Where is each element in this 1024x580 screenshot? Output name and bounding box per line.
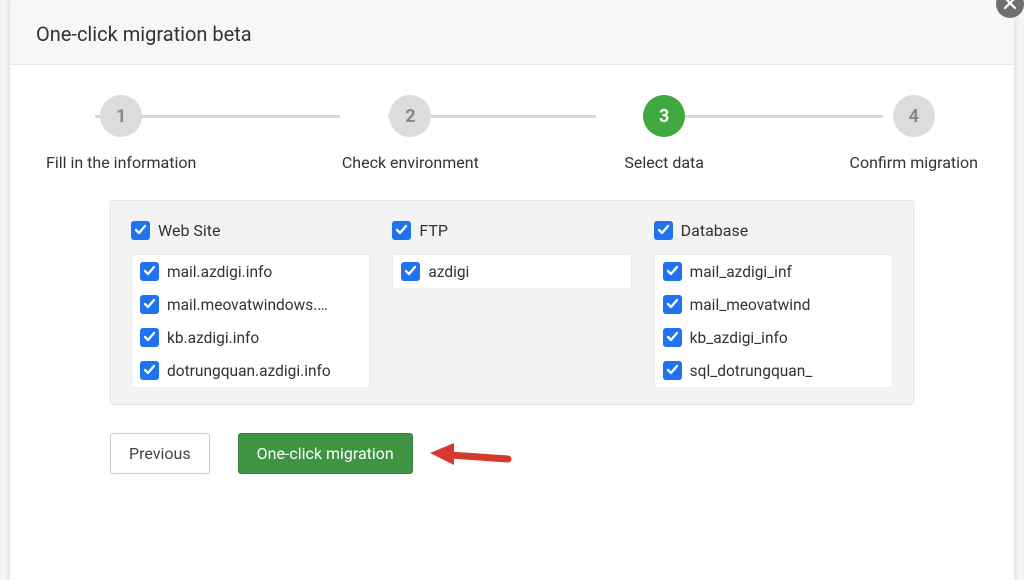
item-checkbox[interactable] (663, 295, 682, 314)
button-label: One-click migration (257, 444, 394, 463)
item-label: mail_azdigi_inf (690, 263, 792, 281)
item-label: sql_dotrungquan_ (690, 362, 813, 380)
check-icon (657, 221, 670, 240)
check-icon (666, 329, 679, 347)
close-icon (1003, 0, 1017, 14)
column-title: FTP (419, 221, 448, 240)
step-1: 1 Fill in the information (46, 95, 196, 172)
item-label: dotrungquan.azdigi.info (167, 362, 331, 380)
check-icon (143, 263, 156, 281)
modal-body: 1 Fill in the information 2 Check enviro… (10, 65, 1014, 494)
step-label: Confirm migration (850, 153, 978, 172)
database-items: mail_azdigi_inf mail_meovatwind kb_azdig… (654, 254, 893, 388)
item-label: azdigi (428, 263, 469, 281)
step-number: 1 (100, 95, 142, 137)
column-title: Web Site (158, 221, 221, 240)
migration-modal: One-click migration beta 1 Fill in the i… (10, 0, 1014, 580)
step-number: 2 (389, 95, 431, 137)
one-click-migration-button[interactable]: One-click migration (238, 433, 413, 474)
list-item: mail.azdigi.info (132, 255, 369, 288)
item-label: mail.azdigi.info (167, 263, 272, 281)
website-checkbox-all[interactable] (131, 221, 150, 240)
arrow-annotation-icon (430, 443, 510, 479)
item-label: mail.meovatwindows.… (167, 296, 328, 314)
website-items: mail.azdigi.info mail.meovatwindows.… kb… (131, 254, 370, 388)
check-icon (666, 263, 679, 281)
check-icon (134, 221, 147, 240)
list-item: mail_azdigi_inf (655, 255, 892, 288)
item-checkbox[interactable] (140, 328, 159, 347)
item-label: kb.azdigi.info (167, 329, 259, 347)
item-checkbox[interactable] (663, 262, 682, 281)
select-data-panel: Web Site mail.azdigi.info mail.meovatwin… (110, 200, 914, 405)
database-checkbox-all[interactable] (654, 221, 673, 240)
step-label: Fill in the information (46, 153, 196, 172)
check-icon (404, 263, 417, 281)
list-item: dotrungquan.azdigi.info (132, 354, 369, 387)
item-checkbox[interactable] (663, 328, 682, 347)
database-column: Database mail_azdigi_inf mail_meovatwind… (654, 221, 893, 388)
step-number: 4 (893, 95, 935, 137)
list-item: kb_azdigi_info (655, 321, 892, 354)
website-header: Web Site (131, 221, 370, 240)
item-label: kb_azdigi_info (690, 329, 788, 347)
stepper: 1 Fill in the information 2 Check enviro… (10, 95, 1014, 172)
website-column: Web Site mail.azdigi.info mail.meovatwin… (131, 221, 370, 388)
database-header: Database (654, 221, 893, 240)
ftp-checkbox-all[interactable] (392, 221, 411, 240)
column-title: Database (681, 221, 749, 240)
list-item: mail_meovatwind (655, 288, 892, 321)
modal-header: One-click migration beta (10, 0, 1014, 65)
item-checkbox[interactable] (140, 295, 159, 314)
check-icon (143, 362, 156, 380)
step-4: 4 Confirm migration (850, 95, 978, 172)
step-number: 3 (643, 95, 685, 137)
check-icon (395, 221, 408, 240)
item-checkbox[interactable] (663, 361, 682, 380)
list-item: azdigi (393, 255, 630, 288)
footer-buttons: Previous One-click migration (10, 433, 1014, 474)
ftp-column: FTP azdigi (392, 221, 631, 388)
button-label: Previous (129, 444, 191, 463)
check-icon (666, 296, 679, 314)
list-item: kb.azdigi.info (132, 321, 369, 354)
list-item: mail.meovatwindows.… (132, 288, 369, 321)
previous-button[interactable]: Previous (110, 433, 210, 474)
modal-title: One-click migration beta (36, 22, 988, 46)
step-label: Check environment (342, 153, 479, 172)
ftp-items: azdigi (392, 254, 631, 289)
item-checkbox[interactable] (140, 262, 159, 281)
item-checkbox[interactable] (401, 262, 420, 281)
step-label: Select data (624, 153, 704, 172)
step-2: 2 Check environment (342, 95, 479, 172)
item-checkbox[interactable] (140, 361, 159, 380)
ftp-header: FTP (392, 221, 631, 240)
list-item: sql_dotrungquan_ (655, 354, 892, 387)
item-label: mail_meovatwind (690, 296, 811, 314)
check-icon (143, 329, 156, 347)
step-3: 3 Select data (624, 95, 704, 172)
check-icon (143, 296, 156, 314)
check-icon (666, 362, 679, 380)
